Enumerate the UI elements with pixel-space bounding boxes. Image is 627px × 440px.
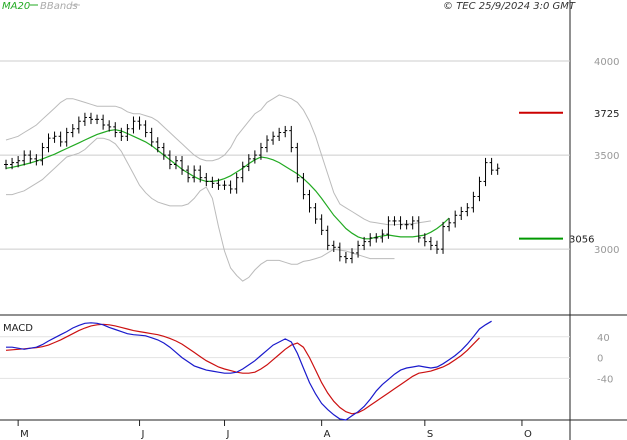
ohlc-bar: [137, 116, 142, 130]
month-label-A: A: [324, 429, 331, 440]
ohlc-bar: [58, 131, 63, 147]
ohlc-bar: [471, 191, 476, 213]
resistance-label: 3725: [594, 109, 619, 120]
macd-panel: 40 0 -40: [0, 320, 613, 421]
month-label-J: J: [226, 429, 230, 440]
legend-bbands: BBands: [40, 1, 78, 12]
ohlc-bar: [173, 156, 178, 170]
month-label-O: O: [524, 429, 532, 440]
month-axis: MJJASO: [17, 420, 532, 440]
ohlc-bar: [180, 156, 185, 175]
ohlc-bar: [222, 180, 227, 190]
ohlc-bar: [428, 236, 433, 251]
macd-tick--40: -40: [597, 374, 613, 385]
price-bars: [4, 112, 500, 264]
ohlc-bar: [265, 135, 270, 153]
ohlc-bar: [489, 157, 494, 175]
ohlc-bar: [343, 251, 348, 264]
ohlc-bar: [167, 150, 172, 170]
support-resistance-levels: 3725 3056: [519, 109, 619, 246]
ohlc-bar: [101, 114, 106, 130]
legend-ma20: MA20: [2, 1, 30, 12]
macd-tick-40: 40: [597, 333, 610, 344]
support-label: 3056: [569, 235, 594, 246]
ohlc-bar: [88, 112, 93, 125]
chart-frame: [0, 0, 627, 440]
ohlc-bar: [64, 127, 69, 147]
price-axis: 4000 3500 3000: [594, 57, 619, 256]
ohlc-bar: [459, 206, 464, 220]
ohlc-bar: [82, 112, 87, 126]
ohlc-bar: [210, 176, 215, 189]
ohlc-bar: [22, 150, 27, 166]
macd-tick-0: 0: [597, 354, 603, 365]
ohlc-bar: [252, 150, 257, 164]
price-tick-3000: 3000: [594, 245, 619, 256]
month-label-M: M: [20, 429, 29, 440]
ohlc-bar: [283, 125, 288, 138]
ohlc-bar: [131, 116, 136, 134]
ohlc-bar: [161, 142, 166, 160]
ohlc-bar: [119, 127, 124, 141]
ohlc-bar: [234, 172, 239, 194]
price-grid: [0, 60, 570, 250]
ohlc-bar: [295, 142, 300, 183]
ohlc-bar: [410, 216, 415, 230]
ohlc-bar: [495, 163, 500, 175]
ohlc-bar: [34, 154, 39, 166]
copyright-timestamp: © TEC 25/9/2024 3:0 GMT: [443, 1, 576, 12]
month-label-S: S: [427, 429, 433, 440]
ohlc-bar: [465, 203, 470, 217]
stock-chart: 3725 3056 4000 3500 3000 40 0 -40 M J J A S O MA20…: [0, 0, 627, 440]
ohlc-bar: [95, 114, 100, 125]
ohlc-bar: [149, 127, 154, 147]
bb-upper-line: [5, 94, 431, 226]
ohlc-bar: [46, 133, 51, 153]
ohlc-bar: [52, 131, 57, 143]
ohlc-bar: [319, 214, 324, 236]
ohlc-bar: [192, 165, 197, 183]
ohlc-bar: [277, 127, 282, 141]
ohlc-bar: [204, 172, 209, 187]
price-tick-4000: 4000: [594, 57, 619, 68]
ohlc-bar: [143, 120, 148, 138]
bb-lower-line: [6, 137, 395, 282]
ohlc-bar: [453, 210, 458, 228]
ohlc-bar: [271, 131, 276, 145]
ohlc-bar: [40, 142, 45, 166]
ohlc-bar: [477, 176, 482, 202]
ohlc-bar: [374, 233, 379, 243]
ohlc-bar: [307, 189, 312, 213]
ohlc-bar: [313, 203, 318, 224]
ohlc-bar: [70, 124, 75, 138]
ohlc-bar: [349, 248, 354, 264]
ohlc-bar: [483, 157, 488, 187]
ohlc-bar: [337, 242, 342, 262]
ohlc-bar: [240, 161, 245, 183]
ohlc-bar: [416, 216, 421, 243]
ohlc-bar: [325, 225, 330, 251]
price-tick-3500: 3500: [594, 151, 619, 162]
ohlc-bar: [228, 180, 233, 194]
macd-line: [6, 320, 492, 421]
ohlc-bar: [434, 240, 439, 254]
ma20-polyline: [5, 129, 450, 240]
ohlc-bar: [368, 233, 373, 247]
ohlc-bar: [76, 116, 81, 134]
month-label-J: J: [141, 429, 145, 440]
ma20-line: [5, 129, 450, 240]
ohlc-bar: [404, 219, 409, 230]
ohlc-bar: [289, 125, 294, 153]
macd-label: MACD: [3, 323, 33, 334]
ohlc-bar: [398, 216, 403, 230]
ohlc-bar: [28, 150, 33, 164]
